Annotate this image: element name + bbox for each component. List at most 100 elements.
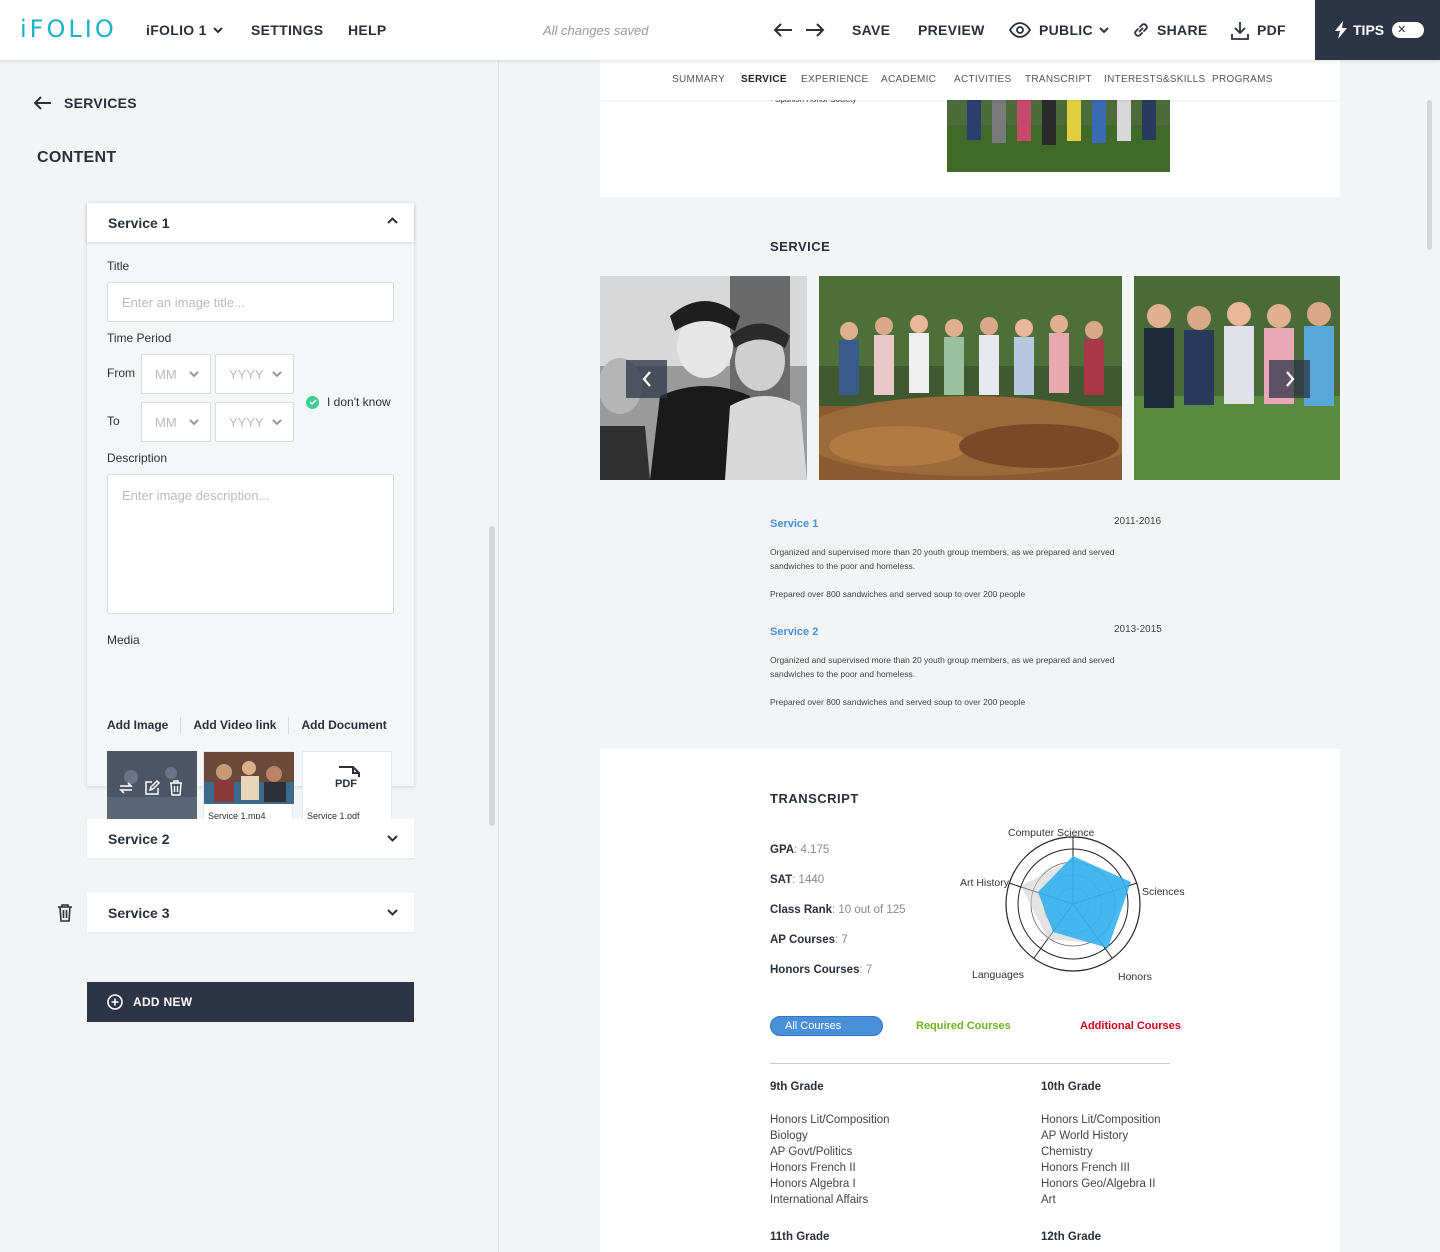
save-button[interactable]: SAVE bbox=[852, 0, 890, 60]
service-2-description: Organized and supervised more than 20 yo… bbox=[770, 655, 1115, 679]
add-video-link[interactable]: Add Video link bbox=[180, 717, 288, 734]
from-year-select[interactable]: YYYY bbox=[215, 354, 294, 394]
course-item: Honors Lit/Composition bbox=[770, 1114, 890, 1126]
nav-transcript[interactable]: TRANSCRIPT bbox=[1025, 74, 1092, 85]
service-card-title: Service 2 bbox=[108, 830, 170, 847]
service-card-3[interactable]: Service 3 bbox=[87, 893, 414, 932]
close-icon: ✕ bbox=[1397, 24, 1407, 36]
chevron-down-icon[interactable] bbox=[387, 835, 398, 842]
media-image-thumb[interactable] bbox=[107, 751, 197, 827]
from-month-value: MM bbox=[155, 366, 177, 382]
service-card-header[interactable]: Service 1 bbox=[87, 203, 414, 242]
to-year-select[interactable]: YYYY bbox=[215, 402, 294, 442]
grade-10-courses: Honors Lit/Composition AP World History … bbox=[1041, 1112, 1161, 1208]
time-period-label: Time Period bbox=[107, 331, 172, 345]
all-courses-filter[interactable]: All Courses bbox=[770, 1016, 883, 1036]
additional-courses-filter[interactable]: Additional Courses bbox=[1080, 1020, 1181, 1032]
tips-toggle[interactable]: TIPS ✕ bbox=[1315, 0, 1440, 60]
pdf-button[interactable]: PDF bbox=[1231, 0, 1286, 60]
service-card-title: Service 1 bbox=[108, 214, 170, 231]
service-section: SERVICE Service 1 2011-2016 Organized an… bbox=[600, 197, 1340, 749]
service-card-2[interactable]: Service 2 bbox=[87, 819, 414, 858]
preview-button[interactable]: PREVIEW bbox=[918, 0, 985, 60]
radar-label-art-history: Art History bbox=[960, 877, 1010, 889]
media-video-thumb[interactable]: Service 1.mp4 bbox=[203, 751, 294, 827]
course-item: AP Govt/Politics bbox=[770, 1146, 853, 1158]
carousel-prev-button[interactable] bbox=[626, 360, 667, 398]
nav-programs[interactable]: PROGRAMS bbox=[1212, 74, 1273, 85]
nav-service[interactable]: SERVICE bbox=[741, 74, 787, 85]
add-document-link[interactable]: Add Document bbox=[288, 717, 398, 734]
service-2-detail: Prepared over 800 sandwiches and served … bbox=[770, 697, 1026, 707]
share-label: SHARE bbox=[1157, 22, 1208, 38]
help-menu[interactable]: HELP bbox=[348, 0, 387, 60]
stat-label: GPA bbox=[770, 844, 795, 856]
preview-scrollbar[interactable] bbox=[1427, 100, 1432, 250]
to-month-select[interactable]: MM bbox=[141, 402, 211, 442]
trash-icon[interactable] bbox=[168, 780, 184, 796]
section-nav: SUMMARY SERVICE EXPERIENCE ACADEMIC ACTI… bbox=[600, 60, 1340, 100]
visibility-label: PUBLIC bbox=[1039, 22, 1093, 38]
chevron-up-icon[interactable] bbox=[387, 217, 398, 224]
subject-radar-chart bbox=[1005, 836, 1141, 972]
back-to-services[interactable]: SERVICES bbox=[34, 95, 137, 111]
chevron-down-icon[interactable] bbox=[387, 909, 398, 916]
video-preview-image bbox=[204, 752, 294, 804]
ifolio-logo[interactable]: iFOLIO bbox=[20, 15, 117, 43]
carousel-next-button[interactable] bbox=[1269, 360, 1310, 398]
pdf-badge: PDF bbox=[335, 778, 357, 790]
description-textarea[interactable]: Enter image description... bbox=[107, 474, 394, 614]
chevron-right-icon bbox=[1285, 371, 1294, 387]
from-month-select[interactable]: MM bbox=[141, 354, 211, 394]
course-item: Honors Algebra I bbox=[770, 1178, 856, 1190]
share-button[interactable]: SHARE bbox=[1132, 0, 1208, 60]
stat-label: Honors Courses bbox=[770, 964, 860, 976]
edit-icon[interactable] bbox=[144, 780, 160, 796]
replace-icon[interactable] bbox=[118, 780, 134, 796]
trash-icon[interactable] bbox=[57, 904, 73, 922]
dont-know-checkbox[interactable]: I don't know bbox=[306, 395, 391, 409]
service-heading: SERVICE bbox=[770, 239, 831, 254]
service-card-title: Service 3 bbox=[108, 904, 170, 921]
chevron-down-icon bbox=[189, 419, 199, 426]
service-1-detail: Prepared over 800 sandwiches and served … bbox=[770, 589, 1026, 599]
stat-label: SAT bbox=[770, 874, 793, 886]
course-item: AP World History bbox=[1041, 1130, 1129, 1142]
nav-summary[interactable]: SUMMARY bbox=[672, 74, 725, 85]
course-item: Honors Lit/Composition bbox=[1041, 1114, 1161, 1126]
service-1-name[interactable]: Service 1 bbox=[770, 518, 818, 530]
service-1-years: 2011-2016 bbox=[1114, 516, 1162, 527]
course-item: International Affairs bbox=[770, 1194, 869, 1206]
from-year-value: YYYY bbox=[229, 366, 264, 382]
settings-menu[interactable]: SETTINGS bbox=[251, 0, 323, 60]
portfolio-selector[interactable]: iFOLIO 1 bbox=[146, 0, 223, 60]
required-courses-filter[interactable]: Required Courses bbox=[916, 1020, 1011, 1032]
check-icon bbox=[306, 395, 319, 409]
media-label: Media bbox=[107, 633, 140, 647]
eye-icon bbox=[1009, 22, 1031, 38]
course-item: Honors French II bbox=[770, 1162, 856, 1174]
visibility-selector[interactable]: PUBLIC bbox=[1009, 0, 1109, 60]
add-new-button[interactable]: ADD NEW bbox=[87, 982, 414, 1022]
stat-value: 7 bbox=[865, 964, 873, 976]
carousel-photo-2[interactable] bbox=[819, 276, 1122, 480]
redo-icon[interactable] bbox=[805, 22, 825, 38]
stat-label: AP Courses bbox=[770, 934, 835, 946]
media-pdf-thumb[interactable]: PDF Service 1.pdf bbox=[302, 751, 392, 827]
nav-experience[interactable]: EXPERIENCE bbox=[801, 74, 868, 85]
undo-icon[interactable] bbox=[773, 22, 793, 38]
plus-circle-icon bbox=[107, 994, 123, 1010]
service-2-name[interactable]: Service 2 bbox=[770, 626, 818, 638]
nav-academic[interactable]: ACADEMIC bbox=[881, 74, 936, 85]
tips-switch[interactable]: ✕ bbox=[1392, 22, 1425, 38]
panel-scrollbar[interactable] bbox=[489, 526, 495, 826]
add-new-label: ADD NEW bbox=[133, 995, 193, 1009]
add-image-link[interactable]: Add Image bbox=[107, 717, 180, 734]
nav-interests-skills[interactable]: INTERESTS&SKILLS bbox=[1104, 74, 1206, 85]
pdf-file-icon: PDF bbox=[335, 766, 362, 792]
arrow-left-icon bbox=[34, 96, 51, 110]
title-input[interactable]: Enter an image title... bbox=[107, 282, 394, 322]
to-month-value: MM bbox=[155, 414, 177, 430]
nav-activities[interactable]: ACTIVITIES bbox=[954, 74, 1011, 85]
editor-panel: SERVICES CONTENT Service 1 Title Enter a… bbox=[0, 60, 499, 1252]
